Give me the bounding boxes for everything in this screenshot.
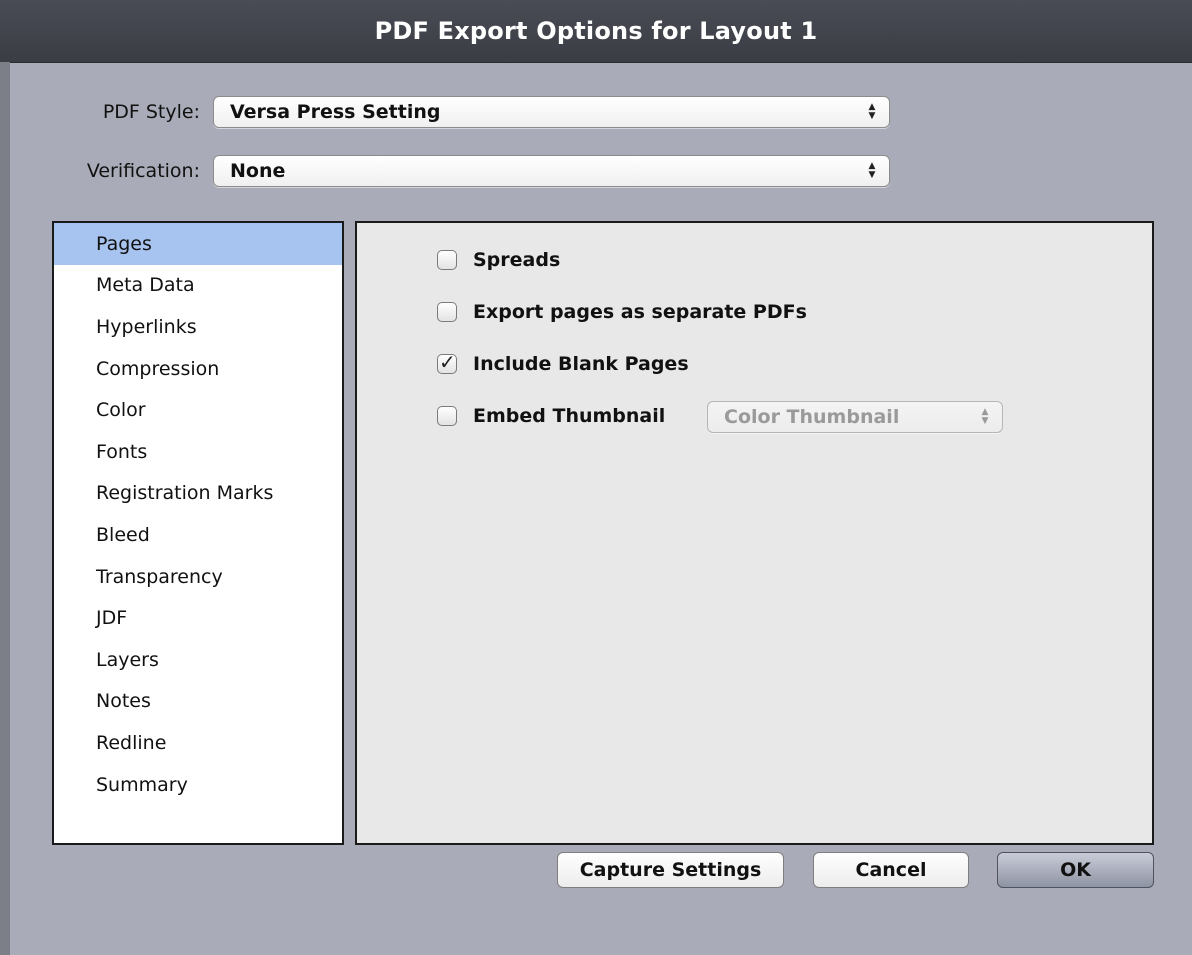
verification-label: Verification:	[86, 160, 200, 182]
sidebar-item-layers[interactable]: Layers	[54, 639, 342, 681]
up-down-arrows-icon: ▲ ▼	[981, 407, 989, 426]
sidebar-item-notes[interactable]: Notes	[54, 681, 342, 723]
sidebar-item-label: Registration Marks	[96, 482, 274, 505]
sidebar-item-redline[interactable]: Redline	[54, 722, 342, 764]
separate-pdfs-option[interactable]: Export pages as separate PDFs	[437, 297, 807, 327]
spreads-label: Spreads	[473, 249, 561, 271]
sidebar-item-label: Meta Data	[96, 274, 195, 297]
include-blank-pages-label: Include Blank Pages	[473, 353, 689, 375]
thumbnail-type-popup[interactable]: Color Thumbnail ▲ ▼	[707, 401, 1003, 433]
sidebar-item-registration-marks[interactable]: Registration Marks	[54, 473, 342, 515]
sidebar-item-label: Compression	[96, 357, 220, 380]
title-bar: PDF Export Options for Layout 1	[0, 0, 1192, 63]
sidebar-item-compression[interactable]: Compression	[54, 348, 342, 390]
up-down-arrows-icon: ▲ ▼	[868, 102, 876, 121]
sidebar-item-label: JDF	[96, 607, 128, 630]
pdf-style-label: PDF Style:	[102, 101, 200, 123]
spreads-option[interactable]: Spreads	[437, 245, 560, 275]
sidebar-item-summary[interactable]: Summary	[54, 764, 342, 806]
sidebar-item-hyperlinks[interactable]: Hyperlinks	[54, 306, 342, 348]
sidebar-item-label: Bleed	[96, 523, 150, 546]
separate-pdfs-checkbox[interactable]	[437, 302, 457, 322]
embed-thumbnail-checkbox[interactable]	[437, 406, 457, 426]
capture-settings-button[interactable]: Capture Settings	[557, 852, 784, 888]
sidebar-item-transparency[interactable]: Transparency	[54, 556, 342, 598]
verification-popup[interactable]: None ▲ ▼	[213, 155, 890, 187]
window-title: PDF Export Options for Layout 1	[374, 17, 818, 45]
cancel-button[interactable]: Cancel	[813, 852, 969, 888]
sidebar-item-meta-data[interactable]: Meta Data	[54, 265, 342, 307]
sidebar-item-label: Color	[96, 399, 146, 422]
include-blank-pages-option[interactable]: ✓ Include Blank Pages	[437, 349, 689, 379]
sidebar-item-label: Hyperlinks	[96, 315, 197, 338]
separate-pdfs-label: Export pages as separate PDFs	[473, 301, 807, 323]
sidebar-item-label: Transparency	[96, 565, 223, 588]
sidebar-item-jdf[interactable]: JDF	[54, 597, 342, 639]
spreads-checkbox[interactable]	[437, 250, 457, 270]
up-down-arrows-icon: ▲ ▼	[868, 161, 876, 180]
sidebar-item-pages[interactable]: Pages	[54, 223, 342, 265]
sidebar-item-label: Pages	[96, 232, 152, 255]
sidebar-item-label: Layers	[96, 648, 159, 671]
checkmark-icon: ✓	[439, 350, 456, 374]
pdf-style-value: Versa Press Setting	[230, 101, 441, 123]
sidebar-item-color[interactable]: Color	[54, 389, 342, 431]
embed-thumbnail-option[interactable]: Embed Thumbnail	[437, 401, 665, 431]
sidebar-item-label: Summary	[96, 773, 188, 796]
pages-options-panel: Spreads Export pages as separate PDFs ✓ …	[355, 221, 1154, 845]
ok-button[interactable]: OK	[997, 852, 1154, 888]
sidebar-item-bleed[interactable]: Bleed	[54, 514, 342, 556]
thumbnail-type-value: Color Thumbnail	[724, 406, 900, 428]
include-blank-pages-checkbox[interactable]: ✓	[437, 350, 457, 374]
sidebar-item-label: Notes	[96, 690, 151, 713]
sidebar-item-label: Fonts	[96, 440, 148, 463]
pdf-style-popup[interactable]: Versa Press Setting ▲ ▼	[213, 96, 890, 128]
sidebar-item-fonts[interactable]: Fonts	[54, 431, 342, 473]
category-list[interactable]: Pages Meta Data Hyperlinks Compression C…	[52, 221, 344, 845]
window-left-edge	[0, 62, 10, 955]
verification-value: None	[230, 160, 286, 182]
sidebar-item-label: Redline	[96, 731, 167, 754]
embed-thumbnail-label: Embed Thumbnail	[473, 405, 666, 427]
